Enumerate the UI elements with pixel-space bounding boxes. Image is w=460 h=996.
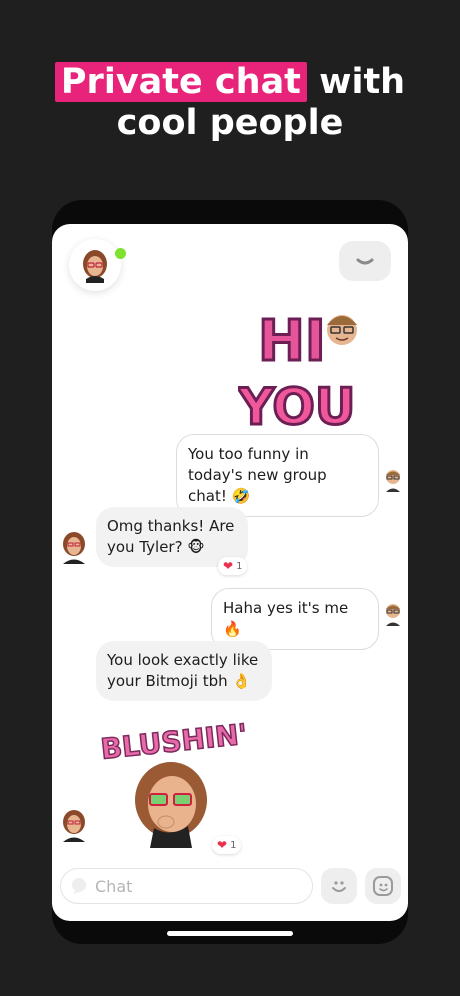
chevron-down-icon	[356, 258, 374, 265]
me-bitmoji-avatar-icon	[386, 470, 400, 492]
chat-composer[interactable]	[60, 868, 313, 904]
message-reaction[interactable]: ❤ 1	[218, 557, 248, 575]
chat-screen: HI YOU You too funny in today's new grou…	[52, 224, 408, 921]
sticker-reaction[interactable]: ❤ 1	[212, 836, 242, 854]
chat-bubble-icon	[72, 878, 86, 894]
reaction-count: 1	[230, 839, 237, 851]
message-outgoing[interactable]: You too funny in today's new group chat!…	[176, 434, 379, 517]
blushin-sticker[interactable]: BLUSHIN'	[96, 708, 249, 848]
smiley-icon	[332, 881, 346, 892]
friend-bitmoji-icon	[83, 250, 107, 283]
message-incoming[interactable]: You look exactly like your Bitmoji tbh 👌	[96, 641, 272, 701]
friend-bitmoji-avatar-icon	[63, 532, 85, 564]
hi-you-sticker-art: HI YOU	[236, 308, 358, 438]
online-status-dot	[115, 248, 126, 259]
headline-rest: with	[306, 62, 406, 102]
chat-input[interactable]	[95, 876, 285, 896]
sticker-blushin-text: BLUSHIN'	[99, 718, 246, 766]
headline-line2: cool people	[116, 103, 344, 143]
promo-headline: Private chat with cool people	[0, 62, 460, 144]
me-bitmoji-avatar-icon	[386, 604, 400, 626]
emoji-button[interactable]	[321, 868, 357, 904]
heart-icon: ❤	[217, 838, 228, 852]
friend-avatar-button[interactable]	[69, 239, 121, 291]
reaction-count: 1	[236, 560, 243, 572]
bitmoji-sticker-icon	[373, 876, 393, 896]
blushin-sticker-art: BLUSHIN'	[98, 717, 249, 848]
heart-icon: ❤	[223, 559, 234, 573]
bitmoji-button[interactable]	[365, 868, 401, 904]
sticker-hi-text: HI	[258, 309, 326, 374]
friend-bitmoji-avatar-icon	[63, 810, 85, 842]
headline-highlight: Private chat	[54, 62, 307, 102]
collapse-button[interactable]	[339, 241, 391, 281]
sticker-you-text: YOU	[238, 378, 356, 432]
home-indicator	[167, 931, 293, 936]
hi-you-sticker[interactable]: HI YOU	[236, 292, 378, 438]
